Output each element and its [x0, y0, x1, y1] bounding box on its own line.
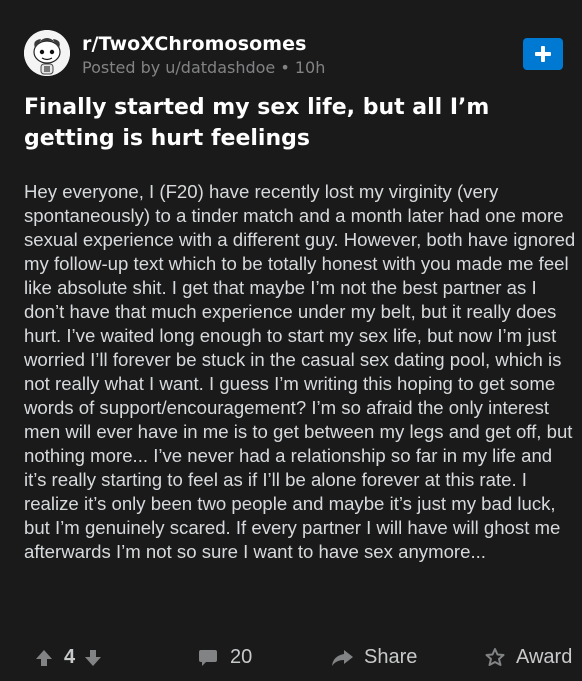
- join-button[interactable]: [523, 38, 563, 70]
- post-header: r/TwoXChromosomes Posted by u/datdashdoe…: [24, 28, 558, 80]
- award-label: Award: [516, 646, 573, 668]
- comment-bubble-icon: [198, 648, 218, 668]
- post-card: r/TwoXChromosomes Posted by u/datdashdoe…: [0, 0, 582, 681]
- post-actions-bar: 4 20 Share Award: [0, 640, 582, 678]
- award-button[interactable]: Award: [484, 646, 572, 669]
- post-body: Hey everyone, I (F20) have recently lost…: [24, 181, 581, 562]
- subreddit-link[interactable]: r/TwoXChromosomes: [82, 32, 325, 56]
- post-title[interactable]: Finally started my sex life, but all I’m…: [24, 92, 564, 154]
- vote-count: 4: [64, 646, 76, 668]
- share-arrow-icon: [330, 648, 354, 668]
- share-button[interactable]: Share: [330, 646, 417, 669]
- plus-icon: [534, 45, 552, 63]
- snoo-avatar-icon[interactable]: [24, 30, 70, 76]
- arrow-down-icon[interactable]: [83, 648, 103, 668]
- posted-by-line[interactable]: Posted by u/datdashdoe • 10h: [82, 58, 325, 78]
- vote-controls: 4: [34, 646, 103, 669]
- award-icon: [484, 647, 506, 669]
- comments-button[interactable]: 20: [198, 646, 252, 669]
- comment-count: 20: [230, 646, 253, 668]
- arrow-up-icon[interactable]: [34, 648, 54, 668]
- share-label: Share: [364, 646, 418, 668]
- post-meta: r/TwoXChromosomes Posted by u/datdashdoe…: [82, 32, 325, 78]
